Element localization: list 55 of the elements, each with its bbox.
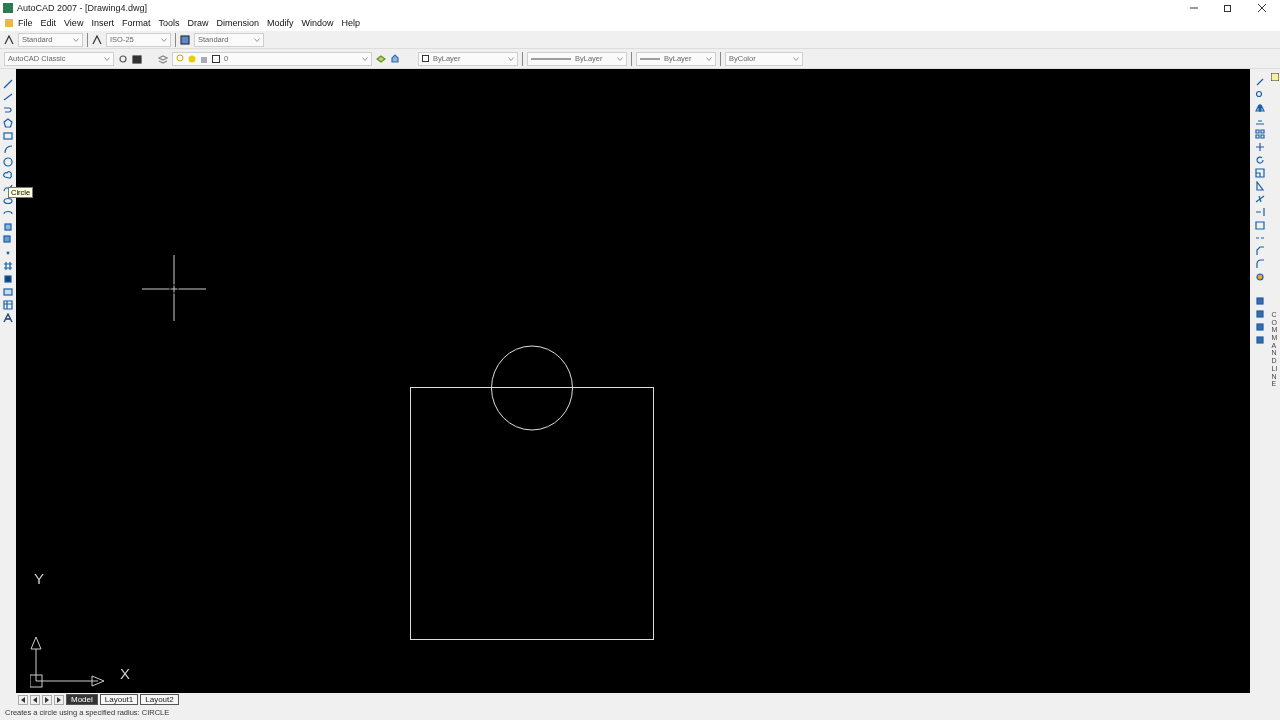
ucs-axis-icon bbox=[30, 636, 105, 688]
polygon-icon[interactable] bbox=[3, 118, 13, 128]
hatch-icon[interactable] bbox=[3, 261, 13, 271]
extend-icon[interactable] bbox=[1255, 207, 1265, 217]
polyline-icon[interactable] bbox=[3, 105, 13, 115]
menu-item[interactable]: Draw bbox=[183, 18, 213, 28]
text-icon[interactable] bbox=[3, 313, 13, 323]
chamfer-icon[interactable] bbox=[1255, 246, 1265, 256]
menu-item[interactable]: View bbox=[60, 18, 88, 28]
scale-icon[interactable] bbox=[1255, 168, 1265, 178]
previous-icon[interactable] bbox=[30, 694, 40, 705]
menu-item[interactable]: Insert bbox=[87, 18, 118, 28]
layout-tab[interactable]: Layout1 bbox=[99, 694, 139, 705]
fillet-icon[interactable] bbox=[1255, 259, 1265, 269]
ellipse-icon[interactable] bbox=[3, 196, 13, 206]
color-swatch-icon bbox=[422, 55, 429, 62]
stretch-icon[interactable] bbox=[1255, 181, 1265, 191]
line-icon[interactable] bbox=[3, 79, 13, 89]
menu-item[interactable]: Format bbox=[117, 18, 155, 28]
table-icon[interactable] bbox=[3, 300, 13, 310]
trim-icon[interactable] bbox=[1255, 194, 1265, 204]
rectangle-icon[interactable] bbox=[3, 131, 13, 141]
menu-item[interactable]: File bbox=[14, 18, 37, 28]
first-icon[interactable] bbox=[18, 694, 28, 705]
array-icon[interactable] bbox=[1255, 129, 1265, 139]
menu-item[interactable]: Edit bbox=[36, 18, 61, 28]
text-style-icon[interactable] bbox=[4, 34, 14, 45]
next-icon[interactable] bbox=[42, 694, 52, 705]
line-icon[interactable] bbox=[3, 92, 13, 102]
window-title: AutoCAD 2007 - [Drawing4.dwg] bbox=[17, 2, 148, 13]
menu-item[interactable]: Modify bbox=[263, 18, 298, 28]
table-style-icon[interactable] bbox=[180, 34, 190, 45]
menu-item[interactable]: Window bbox=[297, 18, 338, 28]
mirror-icon[interactable] bbox=[1255, 103, 1265, 113]
palette-icon[interactable] bbox=[1271, 73, 1279, 81]
menu-item[interactable]: Dimension bbox=[212, 18, 263, 28]
crosshair-cursor bbox=[142, 255, 206, 321]
layout-tab[interactable]: Layout2 bbox=[140, 694, 179, 705]
arc-icon[interactable] bbox=[3, 144, 13, 154]
move-icon[interactable] bbox=[1255, 142, 1265, 152]
layout-tab[interactable]: Model bbox=[66, 694, 98, 705]
rotate-icon[interactable] bbox=[1255, 155, 1265, 165]
x-axis-label: X bbox=[120, 665, 130, 682]
cloud-icon[interactable] bbox=[3, 170, 13, 180]
last-icon[interactable] bbox=[54, 694, 64, 705]
y-axis-label: Y bbox=[34, 570, 44, 587]
line-sample-icon bbox=[531, 56, 571, 61]
circle-icon[interactable] bbox=[3, 157, 13, 167]
menu-item[interactable]: Help bbox=[337, 18, 365, 28]
color-swatch-icon bbox=[212, 54, 220, 63]
layers-icon[interactable] bbox=[158, 53, 168, 64]
app-logo-icon bbox=[3, 2, 13, 13]
line-sample-icon bbox=[640, 56, 660, 61]
menu-item[interactable]: Tools bbox=[154, 18, 184, 28]
dimension-style-icon[interactable] bbox=[92, 34, 102, 45]
